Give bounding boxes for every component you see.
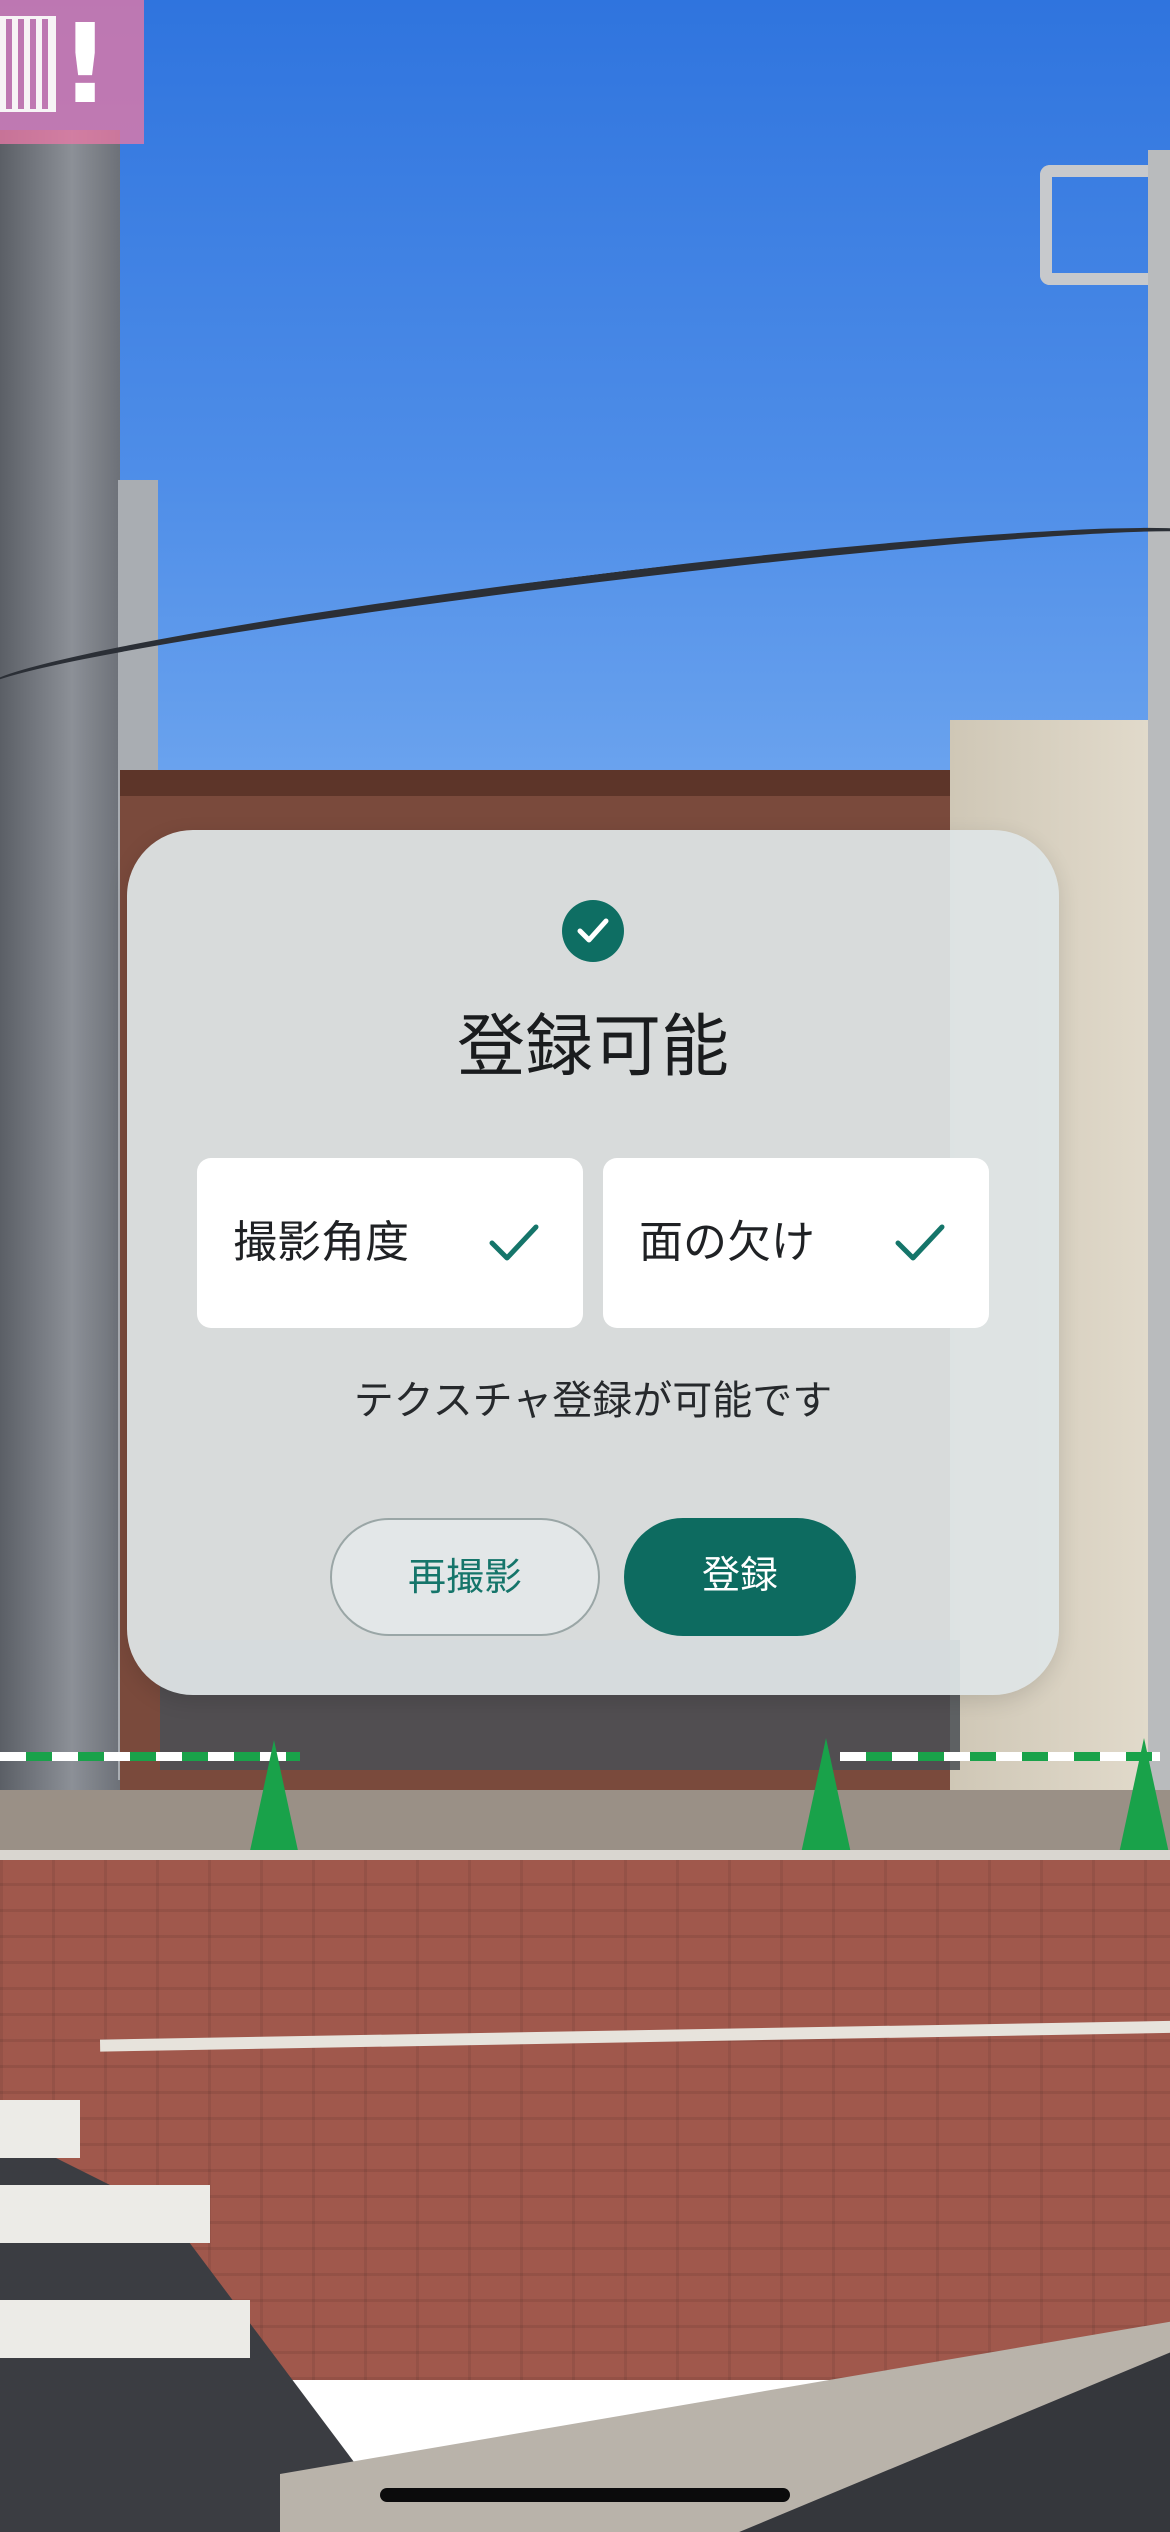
barrier-rail (840, 1752, 1160, 1761)
check-item-label: 面の欠け (639, 1217, 815, 1268)
status-title: 登録可能 (456, 1008, 729, 1087)
check-item-shooting-angle: 撮影角度 (197, 1158, 583, 1328)
screen-recording-indicator: ! (0, 0, 144, 144)
check-item-surface-missing: 面の欠け (603, 1158, 989, 1328)
crosswalk-stripe (0, 2185, 210, 2243)
screen-recording-icon (0, 16, 56, 112)
traffic-cone (792, 1738, 860, 1868)
check-icon (895, 1224, 945, 1261)
utility-pole (1148, 150, 1170, 1850)
crosswalk-stripe (0, 2100, 80, 2158)
curb-line (0, 1850, 1170, 1860)
home-indicator[interactable] (380, 2488, 790, 2502)
status-message: テクスチャ登録が可能です (353, 1378, 833, 1424)
check-circle-icon (562, 900, 624, 962)
traffic-cone (1110, 1738, 1170, 1868)
register-button[interactable]: 登録 (624, 1518, 856, 1636)
check-icon (489, 1224, 539, 1261)
recording-alert-symbol: ! (60, 0, 111, 128)
traffic-cone (240, 1740, 308, 1870)
check-list: 撮影角度 面の欠け (197, 1158, 989, 1328)
building-left (0, 130, 120, 1790)
check-icon (577, 918, 609, 943)
sidewalk (0, 1790, 1170, 1850)
building-center-roof (120, 770, 1040, 796)
crosswalk-stripe (0, 2300, 250, 2358)
registration-result-card: 登録可能 撮影角度 面の欠け テクスチャ登録が可能です 再撮影 登録 (127, 830, 1059, 1695)
retake-button[interactable]: 再撮影 (330, 1518, 600, 1636)
check-item-label: 撮影角度 (233, 1217, 409, 1268)
